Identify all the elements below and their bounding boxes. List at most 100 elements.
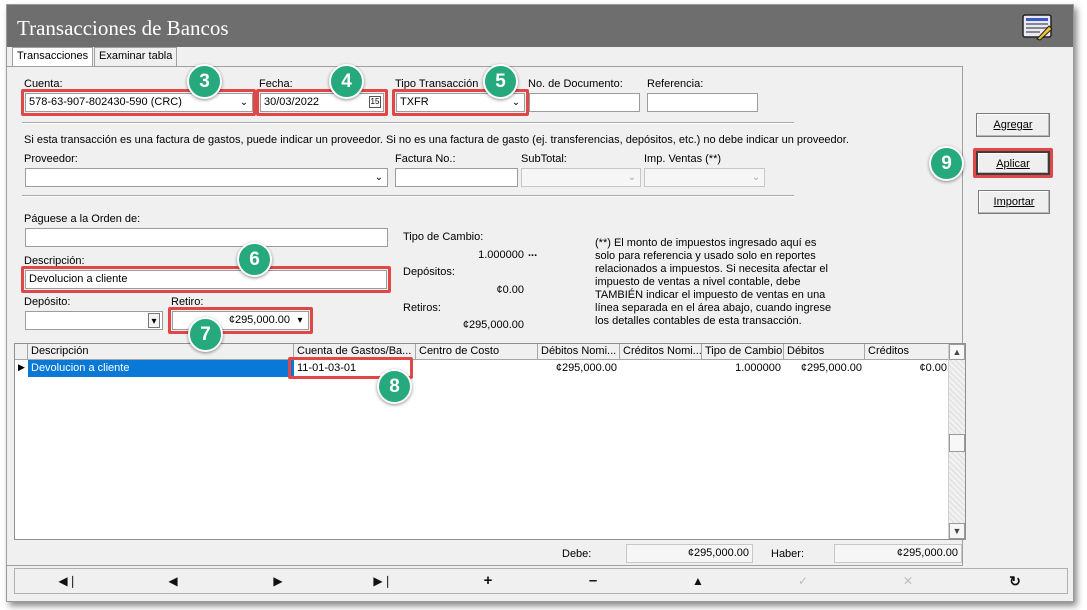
depositos-label: Depósitos: bbox=[403, 266, 455, 278]
chevron-down-icon[interactable]: ⌄ bbox=[750, 170, 762, 185]
cell-debitos-nominales[interactable]: ¢295,000.00 bbox=[538, 360, 620, 377]
cuenta-value: 578-63-907-802430-590 (CRC) bbox=[29, 96, 182, 108]
prev-record-icon[interactable]: ◀ bbox=[158, 572, 188, 590]
tipo-cambio-more-button[interactable]: ... bbox=[528, 247, 537, 259]
haber-value: ¢295,000.00 bbox=[834, 544, 962, 563]
table-row[interactable]: ▶ Devolucion a cliente 11-01-03-01 ¢295,… bbox=[15, 360, 950, 377]
imp-ventas-select[interactable]: ⌄ bbox=[644, 168, 765, 187]
agregar-label: Agregar bbox=[993, 119, 1033, 131]
column-header-tipo-cambio[interactable]: Tipo de Cambio bbox=[702, 344, 784, 360]
cancel-icon[interactable]: ✕ bbox=[893, 572, 923, 590]
cell-debitos[interactable]: ¢295,000.00 bbox=[784, 360, 865, 377]
importar-button[interactable]: Importar bbox=[978, 190, 1050, 214]
column-header-descripcion[interactable]: Descripción bbox=[28, 344, 294, 360]
importar-label: Importar bbox=[993, 196, 1035, 208]
column-header-debitos[interactable]: Débitos bbox=[784, 344, 865, 360]
descripcion-field[interactable]: Devolucion a cliente bbox=[25, 270, 387, 289]
scroll-up-icon[interactable]: ▲ bbox=[949, 344, 965, 360]
chevron-down-icon[interactable]: ⌄ bbox=[238, 95, 250, 110]
deposito-label: Depósito: bbox=[24, 296, 71, 308]
grid-header: Descripción Cuenta de Gastos/Ba... Centr… bbox=[15, 344, 950, 360]
column-header-cuenta[interactable]: Cuenta de Gastos/Ba... bbox=[294, 344, 416, 360]
referencia-label: Referencia: bbox=[647, 78, 704, 90]
column-header-centro-costo[interactable]: Centro de Costo bbox=[416, 344, 538, 360]
subtotal-select[interactable]: ⌄ bbox=[521, 168, 641, 187]
step-badge-4: 4 bbox=[329, 64, 364, 99]
record-navigator: ◀❘ ◀ ▶ ▶❘ + – ▲ ✓ ✕ ↻ bbox=[14, 568, 1068, 594]
factura-label: Factura No.: bbox=[395, 153, 456, 165]
scroll-down-icon[interactable]: ▼ bbox=[949, 523, 965, 539]
retiros-value: ¢295,000.00 bbox=[462, 319, 524, 331]
fecha-field[interactable]: 30/03/2022 15 bbox=[260, 93, 384, 112]
title-bar: Transacciones de Bancos bbox=[7, 5, 1073, 47]
proveedor-info-text: Si esta transacción es una factura de ga… bbox=[24, 134, 849, 146]
divider bbox=[22, 122, 794, 124]
referencia-field[interactable] bbox=[647, 93, 758, 112]
step-badge-7: 7 bbox=[188, 317, 223, 352]
paguese-label: Páguese a la Orden de: bbox=[24, 213, 141, 225]
first-record-icon[interactable]: ◀❘ bbox=[53, 572, 83, 590]
column-header-debitos-nominales[interactable]: Débitos Nomi... bbox=[538, 344, 620, 360]
tax-note: (**) El monto de impuestos ingresado aqu… bbox=[595, 237, 832, 327]
chevron-down-icon[interactable]: ⌄ bbox=[626, 170, 638, 185]
column-header-creditos[interactable]: Créditos bbox=[865, 344, 950, 360]
chevron-down-icon[interactable]: ⌄ bbox=[510, 95, 522, 110]
chevron-down-icon[interactable]: ⌄ bbox=[373, 170, 385, 185]
step-badge-9: 9 bbox=[929, 146, 964, 181]
proveedor-select[interactable]: ⌄ bbox=[25, 168, 388, 187]
tab-examinar-tabla[interactable]: Examinar tabla bbox=[94, 47, 178, 66]
paguese-field[interactable] bbox=[25, 228, 388, 247]
deposito-field[interactable]: ▾ bbox=[25, 311, 163, 330]
descripcion-label: Descripción: bbox=[24, 255, 85, 267]
next-record-icon[interactable]: ▶ bbox=[263, 572, 293, 590]
dropdown-arrow-icon[interactable]: ▾ bbox=[148, 313, 160, 328]
step-badge-3: 3 bbox=[187, 64, 222, 99]
cuenta-select[interactable]: 578-63-907-802430-590 (CRC) ⌄ bbox=[25, 93, 253, 112]
row-indicator-header bbox=[15, 344, 28, 360]
scroll-thumb[interactable] bbox=[949, 434, 965, 452]
step-badge-6: 6 bbox=[237, 242, 272, 277]
dropdown-arrow-icon[interactable]: ▾ bbox=[294, 313, 306, 328]
step-badge-5: 5 bbox=[483, 64, 518, 99]
proveedor-label: Proveedor: bbox=[24, 153, 78, 165]
grid-scrollbar[interactable]: ▲ ▼ bbox=[948, 344, 965, 539]
tab-transacciones[interactable]: Transacciones bbox=[12, 47, 94, 67]
no-documento-field[interactable] bbox=[529, 93, 640, 112]
calculator-list-icon bbox=[1022, 14, 1053, 41]
tipo-transaccion-label: Tipo Transacción bbox=[395, 78, 479, 90]
refresh-icon[interactable]: ↻ bbox=[1000, 572, 1030, 590]
aplicar-label: Aplicar bbox=[996, 158, 1030, 170]
fecha-label: Fecha: bbox=[259, 78, 293, 90]
up-triangle-icon[interactable]: ▲ bbox=[683, 572, 713, 590]
imp-ventas-label: Imp. Ventas (**) bbox=[644, 153, 722, 165]
agregar-button[interactable]: Agregar bbox=[976, 113, 1050, 137]
minus-icon[interactable]: – bbox=[578, 572, 608, 590]
window-title: Transacciones de Bancos bbox=[17, 16, 229, 40]
subtotal-label: SubTotal: bbox=[521, 153, 567, 165]
cell-centro-costo[interactable] bbox=[416, 360, 538, 377]
depositos-value: ¢0.00 bbox=[496, 284, 524, 296]
cell-descripcion[interactable]: Devolucion a cliente bbox=[28, 360, 294, 377]
haber-label: Haber: bbox=[771, 548, 805, 560]
divider bbox=[22, 195, 794, 197]
last-record-icon[interactable]: ▶❘ bbox=[368, 572, 398, 590]
tipo-cambio-value: 1.000000 bbox=[478, 249, 524, 261]
cell-creditos[interactable]: ¢0.00 bbox=[865, 360, 950, 377]
plus-icon[interactable]: + bbox=[473, 572, 503, 590]
no-documento-label: No. de Documento: bbox=[528, 78, 623, 90]
tipo-transaccion-value: TXFR bbox=[400, 96, 429, 108]
debe-label: Debe: bbox=[562, 548, 592, 560]
cell-tipo-cambio[interactable]: 1.000000 bbox=[702, 360, 784, 377]
cell-creditos-nominales[interactable] bbox=[620, 360, 702, 377]
retiros-label: Retiros: bbox=[403, 302, 441, 314]
column-header-creditos-nominales[interactable]: Créditos Nomi... bbox=[620, 344, 702, 360]
aplicar-button[interactable]: Aplicar bbox=[976, 151, 1050, 175]
check-icon[interactable]: ✓ bbox=[788, 572, 818, 590]
calendar-icon[interactable]: 15 bbox=[369, 96, 381, 108]
retiro-value: ¢295,000.00 bbox=[228, 314, 290, 326]
fecha-value: 30/03/2022 bbox=[264, 96, 320, 108]
retiro-label: Retiro: bbox=[171, 296, 204, 308]
step-badge-8: 8 bbox=[377, 369, 412, 404]
factura-field[interactable] bbox=[395, 168, 518, 187]
accounting-grid: Descripción Cuenta de Gastos/Ba... Centr… bbox=[14, 343, 966, 540]
